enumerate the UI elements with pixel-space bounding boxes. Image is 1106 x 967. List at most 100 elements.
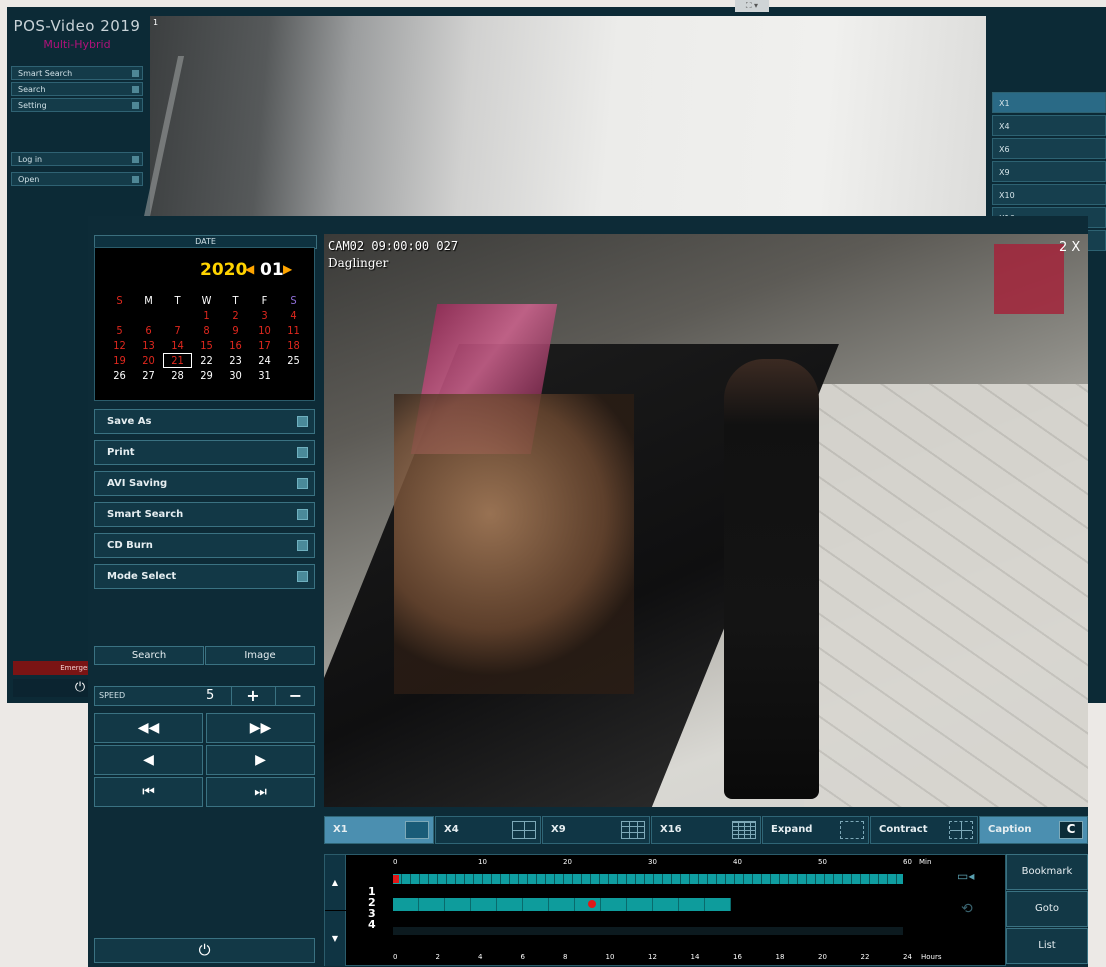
minute-track[interactable] bbox=[393, 874, 903, 884]
bg-split-x9[interactable]: X9 bbox=[992, 161, 1106, 182]
bg-smart-search-button[interactable]: Smart Search bbox=[11, 66, 143, 80]
calendar-day[interactable]: 2 bbox=[221, 308, 250, 323]
calendar-day[interactable]: 21 bbox=[163, 353, 192, 368]
rewind-button[interactable]: ◀◀ bbox=[94, 713, 203, 743]
view-x1-button[interactable]: X1 bbox=[324, 816, 434, 844]
hour-tick-label: 18 bbox=[775, 953, 785, 961]
calendar-day[interactable]: 22 bbox=[192, 353, 221, 368]
bookmark-button[interactable]: Bookmark bbox=[1006, 854, 1088, 890]
zoom-indicator[interactable]: 2 X bbox=[1059, 240, 1080, 255]
reverse-play-button[interactable]: ◀ bbox=[94, 745, 203, 775]
bg-search-button[interactable]: Search bbox=[11, 82, 143, 96]
calendar-day[interactable]: 29 bbox=[192, 368, 221, 383]
contract-button[interactable]: Contract bbox=[870, 816, 978, 844]
bg-setting-button[interactable]: Setting bbox=[11, 98, 143, 112]
calendar-day[interactable]: 6 bbox=[134, 323, 163, 338]
minute-tick-label: 0 bbox=[393, 858, 398, 866]
minute-cursor[interactable] bbox=[393, 875, 399, 883]
avi-saving-button[interactable]: AVI Saving bbox=[94, 471, 315, 496]
calendar-week: 12 13 14 15 16 17 18 bbox=[105, 338, 309, 353]
calendar-day[interactable]: 3 bbox=[250, 308, 279, 323]
calendar-day[interactable]: 10 bbox=[250, 323, 279, 338]
calendar-day[interactable]: 18 bbox=[279, 338, 308, 353]
print-button[interactable]: Print bbox=[94, 440, 315, 465]
prev-month-icon[interactable]: ◀ bbox=[245, 262, 254, 276]
calendar-day[interactable]: 30 bbox=[221, 368, 250, 383]
bg-open-button[interactable]: Open bbox=[11, 172, 143, 186]
save-as-button[interactable]: Save As bbox=[94, 409, 315, 434]
calendar-day[interactable]: 28 bbox=[163, 368, 192, 383]
step-forward-button[interactable]: ⏭ bbox=[206, 777, 315, 807]
view-x9-button[interactable]: X9 bbox=[542, 816, 650, 844]
calendar-day[interactable]: 26 bbox=[105, 368, 134, 383]
channel-4-track[interactable] bbox=[393, 927, 903, 935]
calendar-day[interactable]: 17 bbox=[250, 338, 279, 353]
refresh-icon[interactable]: ⟲ bbox=[961, 901, 973, 917]
calendar-day[interactable]: 4 bbox=[279, 308, 308, 323]
bg-split-x1[interactable]: X1 bbox=[992, 92, 1106, 113]
calendar-day[interactable]: 14 bbox=[163, 338, 192, 353]
minute-tick-label: 60 bbox=[903, 858, 912, 866]
expand-button[interactable]: Expand bbox=[762, 816, 869, 844]
speed-plus-button[interactable]: + bbox=[231, 687, 274, 705]
minute-tick-label: 30 bbox=[648, 858, 657, 866]
image-mode-tab[interactable]: Image bbox=[205, 646, 315, 665]
bg-video-feed[interactable]: 1 bbox=[141, 16, 986, 226]
view-x16-button[interactable]: X16 bbox=[651, 816, 761, 844]
view-x4-button[interactable]: X4 bbox=[435, 816, 541, 844]
expand-icon bbox=[840, 821, 864, 839]
scroll-down-icon[interactable]: ▼ bbox=[325, 911, 346, 966]
calendar-day[interactable]: 24 bbox=[250, 353, 279, 368]
calendar-week: 5 6 7 8 9 10 11 bbox=[105, 323, 309, 338]
calendar-day[interactable]: 15 bbox=[192, 338, 221, 353]
cd-burn-button[interactable]: CD Burn bbox=[94, 533, 315, 558]
smart-search-button[interactable]: Smart Search bbox=[94, 502, 315, 527]
channel-2-track[interactable] bbox=[393, 898, 731, 911]
mode-select-button[interactable]: Mode Select bbox=[94, 564, 315, 589]
next-month-icon[interactable]: ▶ bbox=[283, 262, 292, 276]
calendar-day[interactable]: 20 bbox=[134, 353, 163, 368]
sixteen-view-icon bbox=[732, 821, 756, 839]
power-icon[interactable]: ⏻ bbox=[94, 938, 315, 963]
scroll-up-icon[interactable]: ▲ bbox=[325, 855, 346, 910]
bg-window-handle-icon[interactable]: ⛶ ▾ bbox=[735, 0, 769, 12]
caption-button[interactable]: Caption C bbox=[979, 816, 1088, 844]
bg-split-x4[interactable]: X4 bbox=[992, 115, 1106, 136]
calendar-day[interactable]: 25 bbox=[279, 353, 308, 368]
calendar-day[interactable]: 12 bbox=[105, 338, 134, 353]
calendar-day[interactable]: 1 bbox=[192, 308, 221, 323]
bg-split-x6[interactable]: X6 bbox=[992, 138, 1106, 159]
weekday-label: F bbox=[261, 294, 268, 307]
calendar-day[interactable]: 31 bbox=[250, 368, 279, 383]
playback-position-marker[interactable] bbox=[588, 900, 596, 908]
timeline[interactable]: ▲ ▼ 0 10 20 30 40 50 60 Min 1 2 3 4 0 2 4 6 8 10 12 1… bbox=[324, 854, 1006, 966]
square-icon bbox=[297, 447, 308, 458]
play-button[interactable]: ▶ bbox=[206, 745, 315, 775]
step-back-button[interactable]: ⏮ bbox=[94, 777, 203, 807]
camera-icon[interactable]: ▭◂ bbox=[957, 869, 974, 883]
calendar-day[interactable]: 7 bbox=[163, 323, 192, 338]
calendar-day[interactable]: 23 bbox=[221, 353, 250, 368]
weekday-label: T bbox=[232, 294, 239, 307]
hour-tick-label: 8 bbox=[563, 953, 568, 961]
goto-button[interactable]: Goto bbox=[1006, 891, 1088, 927]
speed-minus-button[interactable]: − bbox=[275, 687, 315, 705]
calendar-day[interactable]: 5 bbox=[105, 323, 134, 338]
calendar-year: 2020 bbox=[200, 260, 248, 280]
calendar-day[interactable]: 8 bbox=[192, 323, 221, 338]
calendar-day[interactable]: 11 bbox=[279, 323, 308, 338]
video-feed[interactable]: CAM02 09:00:00 027 Daglinger 2 X bbox=[324, 234, 1088, 807]
bg-split-x10[interactable]: X10 bbox=[992, 184, 1106, 205]
calendar-day[interactable]: 16 bbox=[221, 338, 250, 353]
bg-video-door bbox=[141, 56, 275, 226]
calendar-day[interactable]: 9 bbox=[221, 323, 250, 338]
minute-tick-label: 40 bbox=[733, 858, 742, 866]
calendar-day[interactable]: 19 bbox=[105, 353, 134, 368]
fast-forward-button[interactable]: ▶▶ bbox=[206, 713, 315, 743]
list-button[interactable]: List bbox=[1006, 928, 1088, 964]
calendar-day[interactable]: 13 bbox=[134, 338, 163, 353]
bg-login-button[interactable]: Log in bbox=[11, 152, 143, 166]
calendar-day[interactable]: 27 bbox=[134, 368, 163, 383]
calendar: 2020 ◀ 01 ▶ S M T W T F S 1 2 3 4 5 6 7 8 9 10 11 12 13 14 15… bbox=[94, 247, 315, 401]
search-mode-tab[interactable]: Search bbox=[94, 646, 204, 665]
